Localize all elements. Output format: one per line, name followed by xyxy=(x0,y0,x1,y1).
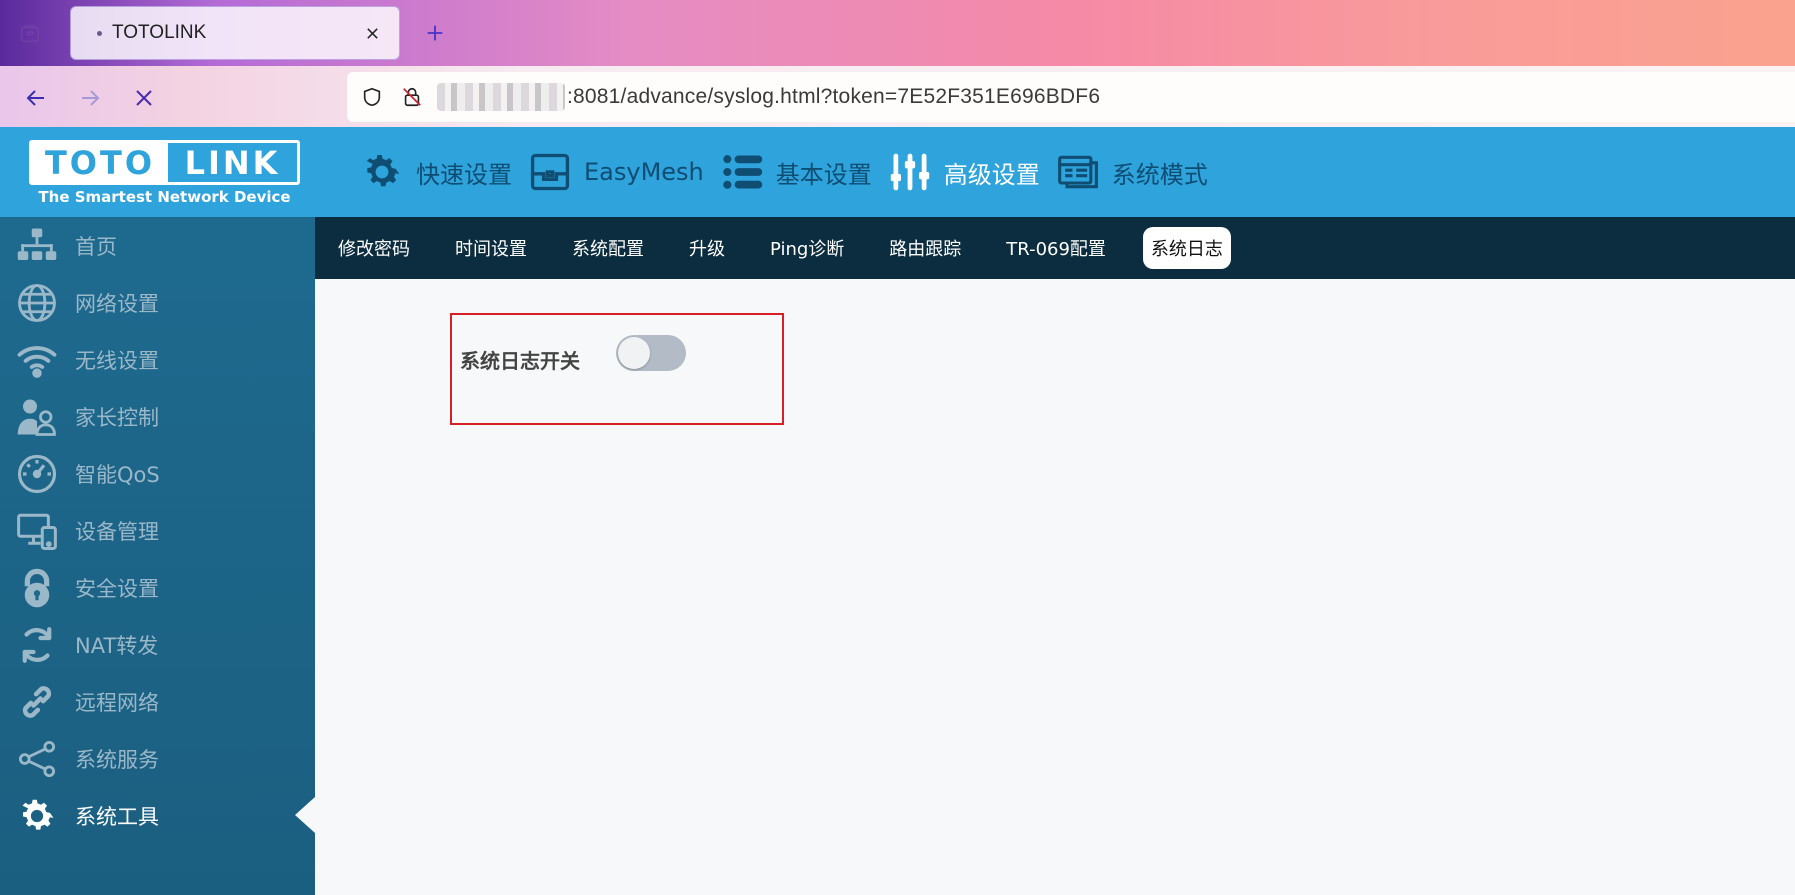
mesh-icon xyxy=(530,153,570,191)
topmenu-system-mode[interactable]: 系统模式 xyxy=(1056,127,1208,217)
sidebar-item-label: 系统工具 xyxy=(75,804,159,829)
sidebar-item-parental[interactable]: 家长控制 xyxy=(0,388,315,445)
devices-icon xyxy=(17,513,57,550)
topmenu-label: EasyMesh xyxy=(584,158,704,186)
stop-icon[interactable] xyxy=(126,80,162,116)
topmenu-label: 系统模式 xyxy=(1111,160,1208,189)
sidebar-item-label: 网络设置 xyxy=(75,291,159,316)
top-menu: 快速设置 EasyMesh 基本设置 高级设置 系统模式 xyxy=(360,127,1224,217)
subnav-upgrade[interactable]: 升级 xyxy=(689,227,725,269)
subnav: 修改密码 时间设置 系统配置 升级 Ping诊断 路由跟踪 TR-069配置 系… xyxy=(315,217,1795,279)
share-icon xyxy=(18,740,56,777)
tab-loading-dot xyxy=(97,30,102,36)
active-pointer xyxy=(295,797,315,833)
syslog-toggle[interactable] xyxy=(616,335,686,371)
subnav-tr069[interactable]: TR-069配置 xyxy=(1006,227,1106,269)
content-area: 系统日志开关 xyxy=(315,279,1795,895)
browser-tab[interactable]: TOTOLINK xyxy=(70,6,400,60)
tab-overview-icon[interactable] xyxy=(14,20,46,48)
mode-icon xyxy=(1057,155,1098,189)
sidebar-item-label: 无线设置 xyxy=(75,348,159,373)
sliders-icon xyxy=(890,153,930,191)
shield-icon[interactable] xyxy=(357,82,387,112)
sidebar-item-remote[interactable]: 远程网络 xyxy=(0,673,315,730)
wifi-icon xyxy=(17,345,57,378)
sidebar-item-label: 家长控制 xyxy=(75,405,159,430)
subnav-time-settings[interactable]: 时间设置 xyxy=(455,227,527,269)
sidebar-item-label: 远程网络 xyxy=(75,690,159,715)
syslog-switch-label: 系统日志开关 xyxy=(460,349,580,373)
router-header: TOTO LINK The Smartest Network Device 快速… xyxy=(0,127,1795,217)
sidebar-item-label: NAT转发 xyxy=(75,633,159,658)
lock-icon xyxy=(24,568,50,607)
url-text: :8081/advance/syslog.html?token=7E52F351… xyxy=(567,85,1101,108)
subnav-change-password[interactable]: 修改密码 xyxy=(338,227,410,269)
subnav-syslog[interactable]: 系统日志 xyxy=(1142,227,1231,269)
gear-icon xyxy=(22,799,54,830)
sidebar-item-label: 首页 xyxy=(75,234,117,259)
sidebar-item-network[interactable]: 网络设置 xyxy=(0,274,315,331)
network-tree-icon xyxy=(17,228,57,260)
sidebar-item-label: 设备管理 xyxy=(75,519,159,544)
sidebar-item-label: 安全设置 xyxy=(75,576,159,601)
sidebar-item-home[interactable]: 首页 xyxy=(0,217,315,274)
tab-close-icon[interactable] xyxy=(359,20,385,46)
sidebar-item-label: 智能QoS xyxy=(75,462,160,487)
toggle-knob xyxy=(618,337,650,369)
sidebar-item-security[interactable]: 安全设置 xyxy=(0,559,315,616)
sidebar-item-system-tools[interactable]: 系统工具 xyxy=(0,787,315,844)
sidebar-item-qos[interactable]: 智能QoS xyxy=(0,445,315,502)
redacted-host xyxy=(437,83,565,111)
sidebar-item-devices[interactable]: 设备管理 xyxy=(0,502,315,559)
sidebar-item-services[interactable]: 系统服务 xyxy=(0,730,315,787)
sidebar: 首页 网络设置 无线设置 家长控制 智能QoS 设备管理 安全设置 NAT转发 … xyxy=(0,217,315,895)
browser-nav-bar: :8081/advance/syslog.html?token=7E52F351… xyxy=(0,66,1795,127)
browser-tab-bar: TOTOLINK xyxy=(0,0,1795,66)
gauge-icon xyxy=(17,454,57,493)
parent-icon xyxy=(17,399,56,436)
subnav-ping[interactable]: Ping诊断 xyxy=(770,227,844,269)
refresh-icon xyxy=(22,626,52,663)
logo-tagline: The Smartest Network Device xyxy=(38,188,291,206)
sidebar-item-label: 系统服务 xyxy=(75,747,159,772)
insecure-lock-icon[interactable] xyxy=(397,82,427,112)
syslog-setting-box: 系统日志开关 xyxy=(450,313,784,425)
topmenu-easymesh[interactable]: EasyMesh xyxy=(528,127,704,217)
topmenu-label: 基本设置 xyxy=(775,160,872,189)
sidebar-item-wireless[interactable]: 无线设置 xyxy=(0,331,315,388)
logo-right-text: LINK xyxy=(184,143,281,182)
link-icon xyxy=(22,685,52,718)
logo-left-text: TOTO xyxy=(32,143,168,182)
subnav-system-config[interactable]: 系统配置 xyxy=(572,227,644,269)
globe-icon xyxy=(18,283,56,322)
address-bar[interactable]: :8081/advance/syslog.html?token=7E52F351… xyxy=(347,72,1795,122)
forward-icon[interactable] xyxy=(72,80,108,116)
topmenu-label: 高级设置 xyxy=(943,160,1040,189)
topmenu-basic-settings[interactable]: 基本设置 xyxy=(720,127,872,217)
topmenu-advanced-settings[interactable]: 高级设置 xyxy=(888,127,1040,217)
tab-title: TOTOLINK xyxy=(112,22,207,43)
back-icon[interactable] xyxy=(18,80,54,116)
subnav-traceroute[interactable]: 路由跟踪 xyxy=(889,227,961,269)
sidebar-item-nat[interactable]: NAT转发 xyxy=(0,616,315,673)
topmenu-quick-setup[interactable]: 快速设置 xyxy=(360,127,512,217)
topmenu-label: 快速设置 xyxy=(416,160,512,189)
new-tab-icon[interactable] xyxy=(420,18,450,48)
totolink-logo[interactable]: TOTO LINK The Smartest Network Device xyxy=(29,140,300,208)
gear-icon xyxy=(366,154,400,187)
list-icon xyxy=(723,155,762,189)
